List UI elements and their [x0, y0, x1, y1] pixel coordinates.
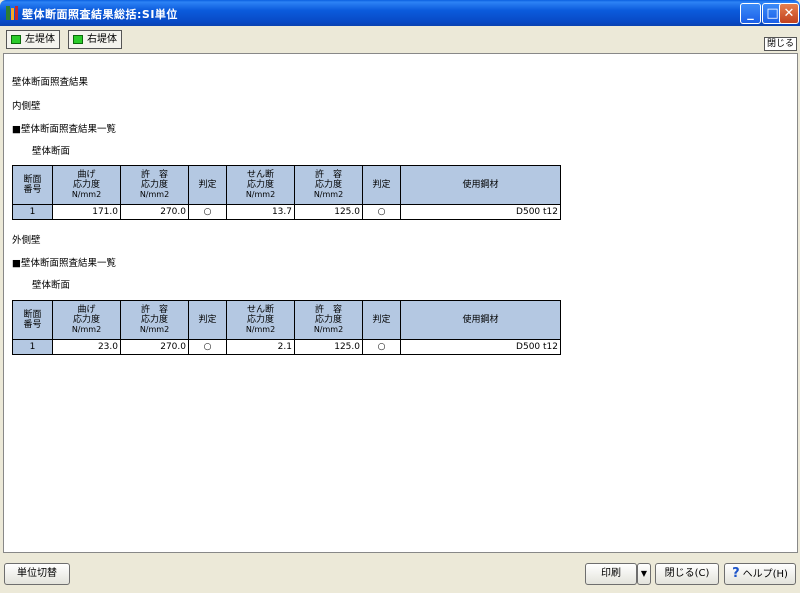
table-row: 1 171.0 270.0 ○ 13.7 125.0 ○ D500 t12: [12, 204, 561, 220]
left-body-toggle[interactable]: 左堤体: [6, 30, 60, 49]
close-window-button[interactable]: ✕: [779, 3, 799, 24]
report-panel[interactable]: 壁体断面照査結果 内側壁 ■壁体断面照査結果一覧 壁体断面 断面 番号 曲げ 応…: [3, 53, 798, 553]
cell-section-no: 1: [12, 204, 53, 220]
header-section-no: 断面 番号: [12, 300, 53, 340]
green-indicator-icon: [11, 35, 21, 44]
unit-switch-button[interactable]: 単位切替: [4, 563, 70, 585]
button-bar: 単位切替 印刷 ▼ 閉じる(C) ? ヘルプ(H): [0, 556, 800, 593]
sub-title: 壁体断面: [32, 280, 71, 291]
cell-allowable: 125.0: [294, 339, 363, 355]
header-judgement: 判定: [362, 300, 401, 340]
help-icon: ?: [732, 566, 740, 581]
header-shear-stress: せん断 応力度 N/mm2: [226, 165, 295, 205]
cell-judgement: ○: [362, 204, 401, 220]
cell-allowable: 270.0: [120, 204, 189, 220]
section-side-label: 内側壁: [12, 101, 41, 112]
right-body-toggle[interactable]: 右堤体: [68, 30, 122, 49]
result-table: 断面 番号 曲げ 応力度 N/mm2 許 容 応力度 N/mm2 判定 せん断 …: [12, 300, 561, 355]
cell-allowable: 125.0: [294, 204, 363, 220]
header-allowable-stress: 許 容 応力度 N/mm2: [120, 300, 189, 340]
cell-steel: D500 t12: [400, 339, 561, 355]
header-judgement: 判定: [362, 165, 401, 205]
right-body-label: 右堤体: [87, 34, 117, 45]
header-steel: 使用鋼材: [400, 165, 561, 205]
table-header-row: 断面 番号 曲げ 応力度 N/mm2 許 容 応力度 N/mm2 判定 せん断 …: [12, 300, 561, 340]
cell-shear: 13.7: [226, 204, 295, 220]
print-dropdown-button[interactable]: ▼: [637, 563, 651, 585]
left-body-label: 左堤体: [25, 34, 55, 45]
header-judgement: 判定: [188, 300, 227, 340]
help-button[interactable]: ? ヘルプ(H): [724, 563, 796, 585]
toolbar-close-button[interactable]: 閉じる: [763, 37, 797, 51]
table-header-row: 断面 番号 曲げ 応力度 N/mm2 許 容 応力度 N/mm2 判定 せん断 …: [12, 165, 561, 205]
list-title: ■壁体断面照査結果一覧: [12, 124, 116, 135]
cell-allowable: 270.0: [120, 339, 189, 355]
cell-bending: 171.0: [52, 204, 121, 220]
window-title: 壁体断面照査結果総括:SI単位: [22, 8, 178, 21]
result-table: 断面 番号 曲げ 応力度 N/mm2 許 容 応力度 N/mm2 判定 せん断 …: [12, 165, 561, 220]
toolbar: 左堤体 右堤体 閉じる: [0, 26, 800, 52]
sub-title: 壁体断面: [32, 146, 71, 157]
header-bending-stress: 曲げ 応力度 N/mm2: [52, 300, 121, 340]
cell-section-no: 1: [12, 339, 53, 355]
table-row: 1 23.0 270.0 ○ 2.1 125.0 ○ D500 t12: [12, 339, 561, 355]
cell-judgement: ○: [188, 339, 227, 355]
minimize-button[interactable]: _: [740, 3, 761, 24]
app-icon: [6, 6, 18, 20]
cell-bending: 23.0: [52, 339, 121, 355]
report-heading: 壁体断面照査結果: [12, 77, 89, 88]
header-shear-stress: せん断 応力度 N/mm2: [226, 300, 295, 340]
header-allowable-stress: 許 容 応力度 N/mm2: [120, 165, 189, 205]
cell-steel: D500 t12: [400, 204, 561, 220]
list-title: ■壁体断面照査結果一覧: [12, 258, 116, 269]
section-side-label: 外側壁: [12, 235, 41, 246]
header-allowable-stress: 許 容 応力度 N/mm2: [294, 300, 363, 340]
header-section-no: 断面 番号: [12, 165, 53, 205]
cell-shear: 2.1: [226, 339, 295, 355]
header-steel: 使用鋼材: [400, 300, 561, 340]
header-judgement: 判定: [188, 165, 227, 205]
help-label: ヘルプ(H): [742, 569, 788, 580]
header-bending-stress: 曲げ 応力度 N/mm2: [52, 165, 121, 205]
close-button[interactable]: 閉じる(C): [655, 563, 719, 585]
green-indicator-icon: [73, 35, 83, 44]
cell-judgement: ○: [188, 204, 227, 220]
print-button[interactable]: 印刷: [585, 563, 637, 585]
cell-judgement: ○: [362, 339, 401, 355]
header-allowable-stress: 許 容 応力度 N/mm2: [294, 165, 363, 205]
title-bar[interactable]: 壁体断面照査結果総括:SI単位 _ □ ✕: [0, 0, 800, 26]
